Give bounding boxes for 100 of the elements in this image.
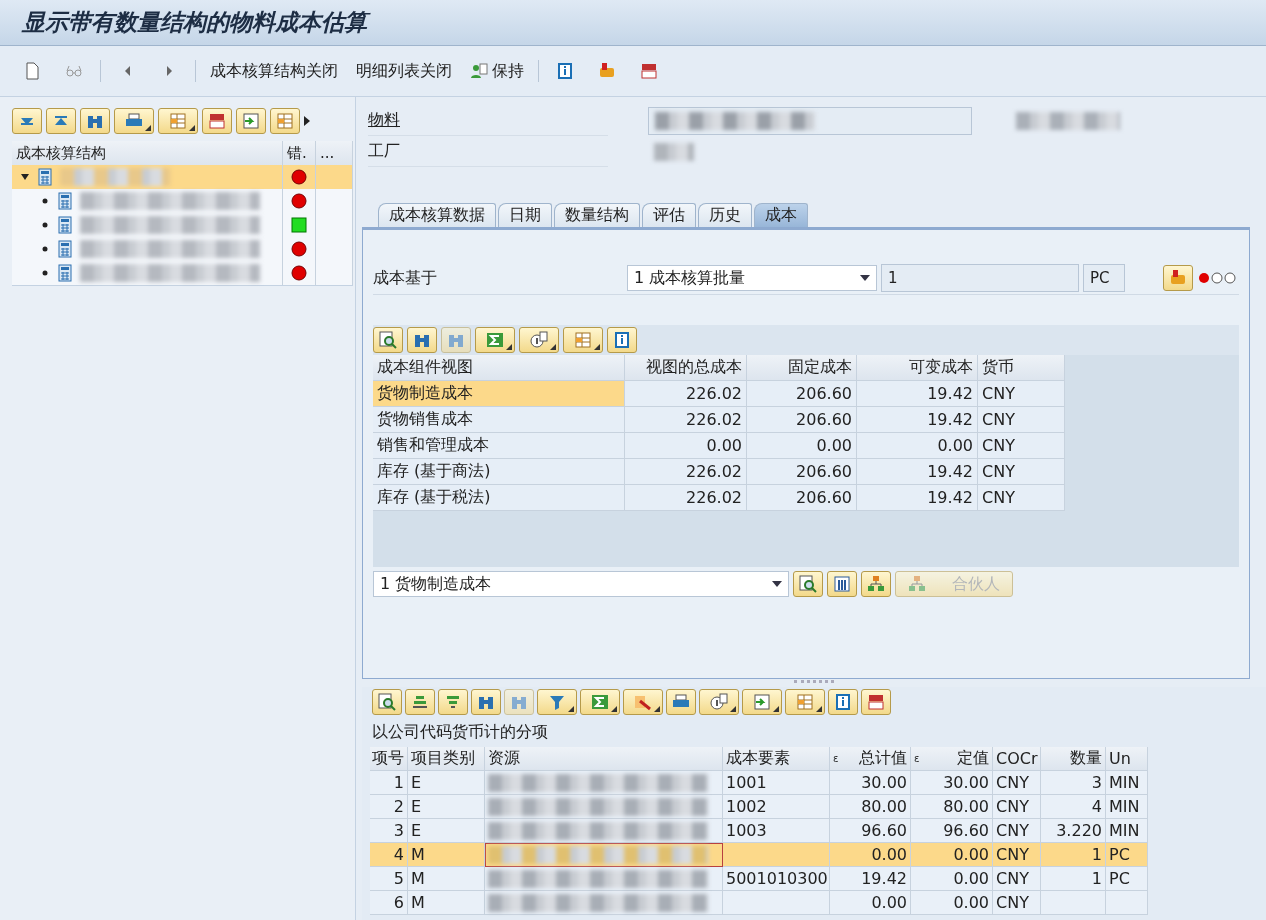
calculator-icon (56, 216, 74, 234)
tab[interactable]: 数量结构 (554, 203, 640, 227)
print-button[interactable] (114, 108, 154, 134)
export-button[interactable] (742, 689, 782, 715)
table-cell[interactable]: 5 (370, 867, 408, 891)
sort-descending-button[interactable] (438, 689, 468, 715)
details-button[interactable] (793, 571, 823, 597)
table-cell[interactable]: 4 (370, 843, 408, 867)
dropdown-caret-icon (594, 344, 600, 350)
toolbar-button[interactable]: 成本核算结构关闭 (206, 58, 342, 84)
print-button[interactable] (666, 689, 696, 715)
filter-button[interactable] (537, 689, 577, 715)
detail-icon (530, 331, 548, 349)
table-cell: 0.00 (625, 433, 747, 459)
table-cell[interactable]: 库存 (基于税法) (373, 485, 625, 511)
table-cell: 0.00 (911, 843, 993, 867)
columns-button[interactable] (827, 571, 857, 597)
toolbar-button[interactable]: 明细列表关闭 (352, 58, 456, 84)
column-header[interactable]: 视图的总成本 (625, 355, 747, 381)
view-button[interactable] (699, 689, 739, 715)
column-header[interactable]: 可变成本 (857, 355, 978, 381)
traffic-light-icon (1197, 271, 1237, 285)
table-cell: 96.60 (911, 819, 993, 843)
column-header[interactable]: 货币 (978, 355, 1065, 381)
collapse-icon (55, 116, 67, 126)
material-field[interactable] (648, 107, 972, 135)
sort-ascending-button[interactable] (405, 689, 435, 715)
dropdown-caret-icon (145, 125, 151, 131)
table-cell[interactable]: 2 (370, 795, 408, 819)
column-header[interactable]: 成本组件视图 (373, 355, 625, 381)
column-header[interactable]: 项目类别 (408, 747, 485, 771)
column-header[interactable]: 资源 (485, 747, 723, 771)
column-header[interactable]: 数量 (1041, 747, 1106, 771)
table-cell[interactable]: 库存 (基于商法) (373, 459, 625, 485)
sum-button[interactable] (475, 327, 515, 353)
table-cell: CNY (978, 381, 1065, 407)
table-cell: 226.02 (625, 485, 747, 511)
table-cell: 19.42 (857, 459, 978, 485)
table-cell[interactable]: 1 (370, 771, 408, 795)
layout-icon (796, 693, 814, 711)
hierarchy-icon (908, 575, 926, 593)
details-button[interactable] (373, 327, 403, 353)
calculator-icon (36, 168, 54, 186)
subtotal-button[interactable] (623, 689, 663, 715)
table-cell: CNY (993, 819, 1041, 843)
unit-field[interactable]: PC (1083, 264, 1125, 292)
find-button[interactable] (471, 689, 501, 715)
collapse-all-button[interactable] (46, 108, 76, 134)
table-cell: 30.00 (911, 771, 993, 795)
toolbar-button[interactable]: 保持 (466, 58, 528, 84)
currency-button[interactable] (202, 108, 232, 134)
column-header[interactable]: 成本要素 (723, 747, 830, 771)
table-cell: 1003 (723, 819, 830, 843)
view-button[interactable] (519, 327, 559, 353)
table-cell[interactable]: 6 (370, 891, 408, 915)
info-button[interactable] (828, 689, 858, 715)
tree-row[interactable] (12, 189, 353, 213)
tab[interactable]: 成本核算数据 (378, 203, 496, 227)
table-cell[interactable]: 货物制造成本 (373, 381, 625, 407)
find-icon (378, 693, 396, 711)
expand-triangle-icon[interactable] (20, 172, 30, 182)
export-button[interactable] (236, 108, 266, 134)
table-cell[interactable]: 3 (370, 819, 408, 843)
column-header[interactable]: 固定成本 (747, 355, 857, 381)
column-header[interactable]: ε 总计值 (830, 747, 911, 771)
message-button[interactable] (1163, 265, 1193, 291)
tree-row[interactable] (12, 237, 353, 261)
table-cell: CNY (978, 485, 1065, 511)
tab[interactable]: 成本 (754, 203, 808, 227)
tab[interactable]: 评估 (642, 203, 696, 227)
table-cell[interactable]: 货物销售成本 (373, 407, 625, 433)
tab[interactable]: 历史 (698, 203, 752, 227)
table-cell: 0.00 (911, 867, 993, 891)
layout-button[interactable] (785, 689, 825, 715)
expand-all-button[interactable] (12, 108, 42, 134)
table-cell[interactable]: 销售和管理成本 (373, 433, 625, 459)
table-cell: MIN (1106, 771, 1148, 795)
sigma-icon (591, 693, 609, 711)
tab[interactable]: 日期 (498, 203, 552, 227)
currency-button[interactable] (861, 689, 891, 715)
table-cell: 226.02 (625, 459, 747, 485)
view-dropdown[interactable]: 1 货物制造成本 (373, 571, 789, 597)
layout-button[interactable] (158, 108, 198, 134)
quantity-field[interactable]: 1 (881, 264, 1079, 292)
cost-basis-dropdown[interactable]: 1 成本核算批量 (627, 265, 877, 291)
tree-row[interactable] (12, 165, 353, 189)
column-header[interactable]: ε 定值 (911, 747, 993, 771)
find-button[interactable] (407, 327, 437, 353)
details-button[interactable] (372, 689, 402, 715)
find-button[interactable] (80, 108, 110, 134)
info-button[interactable] (607, 327, 637, 353)
tree-row[interactable] (12, 261, 353, 285)
column-header[interactable]: COCr (993, 747, 1041, 771)
sum-button[interactable] (580, 689, 620, 715)
column-header[interactable]: 项号 (370, 747, 408, 771)
more-arrow-icon[interactable] (304, 116, 310, 126)
hierarchy-button[interactable] (861, 571, 891, 597)
column-header[interactable]: Un (1106, 747, 1148, 771)
field-label: 工厂 (368, 140, 400, 162)
sortdown-icon (444, 693, 462, 711)
